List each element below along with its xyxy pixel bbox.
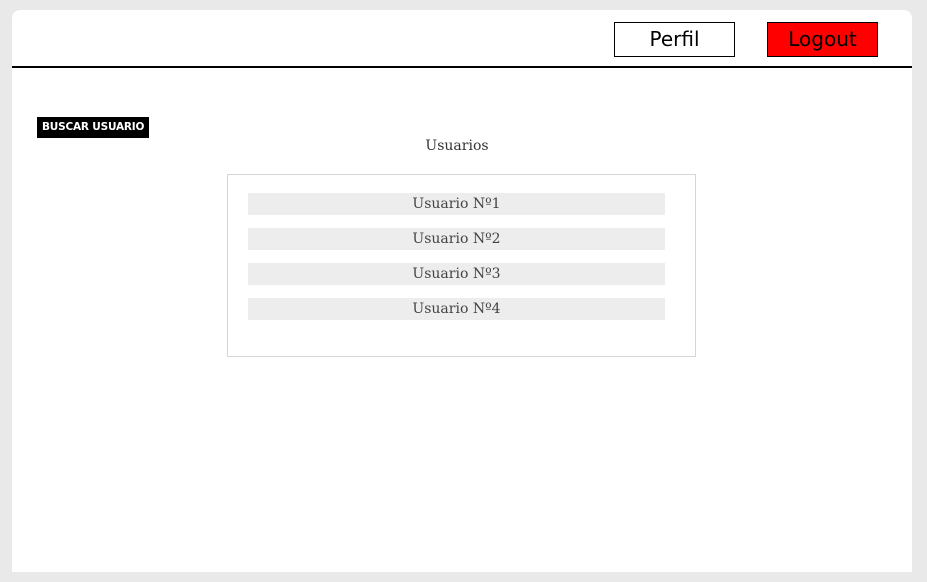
user-list-item-2[interactable]: Usuario Nº2	[248, 228, 665, 250]
user-list-item-4[interactable]: Usuario Nº4	[248, 298, 665, 320]
search-user-button[interactable]: BUSCAR USUARIO	[37, 117, 150, 138]
user-list-item-3[interactable]: Usuario Nº3	[248, 263, 665, 285]
user-list-item-1[interactable]: Usuario Nº1	[248, 193, 665, 215]
perfil-button[interactable]: Perfil	[614, 22, 735, 57]
users-list: Usuario Nº1 Usuario Nº2 Usuario Nº3 Usua…	[227, 174, 696, 357]
header-divider	[12, 66, 912, 68]
users-section-title: Usuarios	[425, 138, 489, 154]
logout-button[interactable]: Logout	[767, 22, 878, 57]
app-window: Perfil Logout BUSCAR USUARIO Usuarios Us…	[12, 10, 912, 572]
